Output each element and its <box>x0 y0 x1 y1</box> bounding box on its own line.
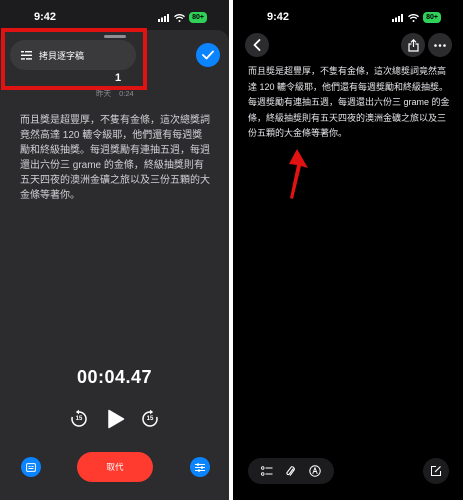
checklist-icon[interactable] <box>260 466 273 476</box>
play-button[interactable] <box>104 407 128 431</box>
compose-button[interactable] <box>423 458 449 484</box>
wifi-icon <box>174 13 186 22</box>
skip-forward-seconds: 15 <box>146 416 154 422</box>
skip-back-seconds: 15 <box>75 416 83 422</box>
settings-sliders-button[interactable] <box>190 457 210 477</box>
share-button[interactable] <box>401 33 425 57</box>
status-icons: 80+ <box>392 12 441 23</box>
recording-meta: 昨天 0:24 <box>96 88 134 99</box>
skip-back-button[interactable]: 15 <box>69 409 89 429</box>
checkmark-icon <box>202 50 214 60</box>
left-phone-screen: 9:42 80+ 拷貝逐字稿 1 昨天 0:24 而且獎是超豐厚，不隻有金條，這… <box>0 0 229 500</box>
status-icons: 80+ <box>158 12 207 23</box>
red-arrow-annotation <box>289 149 308 199</box>
status-bar: 9:42 80+ <box>233 0 463 32</box>
status-time: 9:42 <box>34 11 57 23</box>
right-phone-screen: 9:42 80+ 而且獎是超豐厚，不隻有金條，這次總獎詞竟然高達 120 轆令級… <box>233 0 463 500</box>
recording-title: 1 <box>114 72 122 84</box>
transcript-icon <box>26 462 36 472</box>
status-time: 9:42 <box>267 11 290 23</box>
signal-icon <box>158 13 170 22</box>
wifi-icon <box>408 13 420 22</box>
play-icon <box>108 409 125 429</box>
more-icon <box>434 43 446 47</box>
back-button[interactable] <box>245 33 269 57</box>
recording-length: 0:24 <box>119 89 134 98</box>
compose-icon <box>431 466 441 476</box>
note-toolbar <box>248 458 334 484</box>
back-chevron-icon <box>253 39 261 51</box>
transcript-toggle-button[interactable] <box>21 457 41 477</box>
share-icon <box>407 38 419 52</box>
battery-indicator: 80+ <box>423 12 441 23</box>
markup-icon[interactable] <box>309 465 321 477</box>
transcript-text: 而且獎是超豐厚，不隻有金條，這次總獎詞竟然高達 120 轆令級耶，他們還有每週獎… <box>20 115 210 201</box>
recording-date: 昨天 <box>96 89 111 98</box>
skip-forward-button[interactable]: 15 <box>140 409 160 429</box>
playback-timer: 00:04.47 <box>76 367 153 387</box>
note-body[interactable]: 而且獎是超豐厚，不隻有金條，這次總獎詞竟然高達 120 轆令級耶，他們還有每週獎… <box>248 64 450 142</box>
signal-icon <box>392 13 404 22</box>
replace-button[interactable]: 取代 <box>77 452 153 482</box>
more-button[interactable] <box>428 33 452 57</box>
battery-indicator: 80+ <box>189 12 207 23</box>
sliders-icon <box>195 462 205 472</box>
paperclip-icon[interactable] <box>286 465 296 478</box>
done-button[interactable] <box>196 43 220 67</box>
